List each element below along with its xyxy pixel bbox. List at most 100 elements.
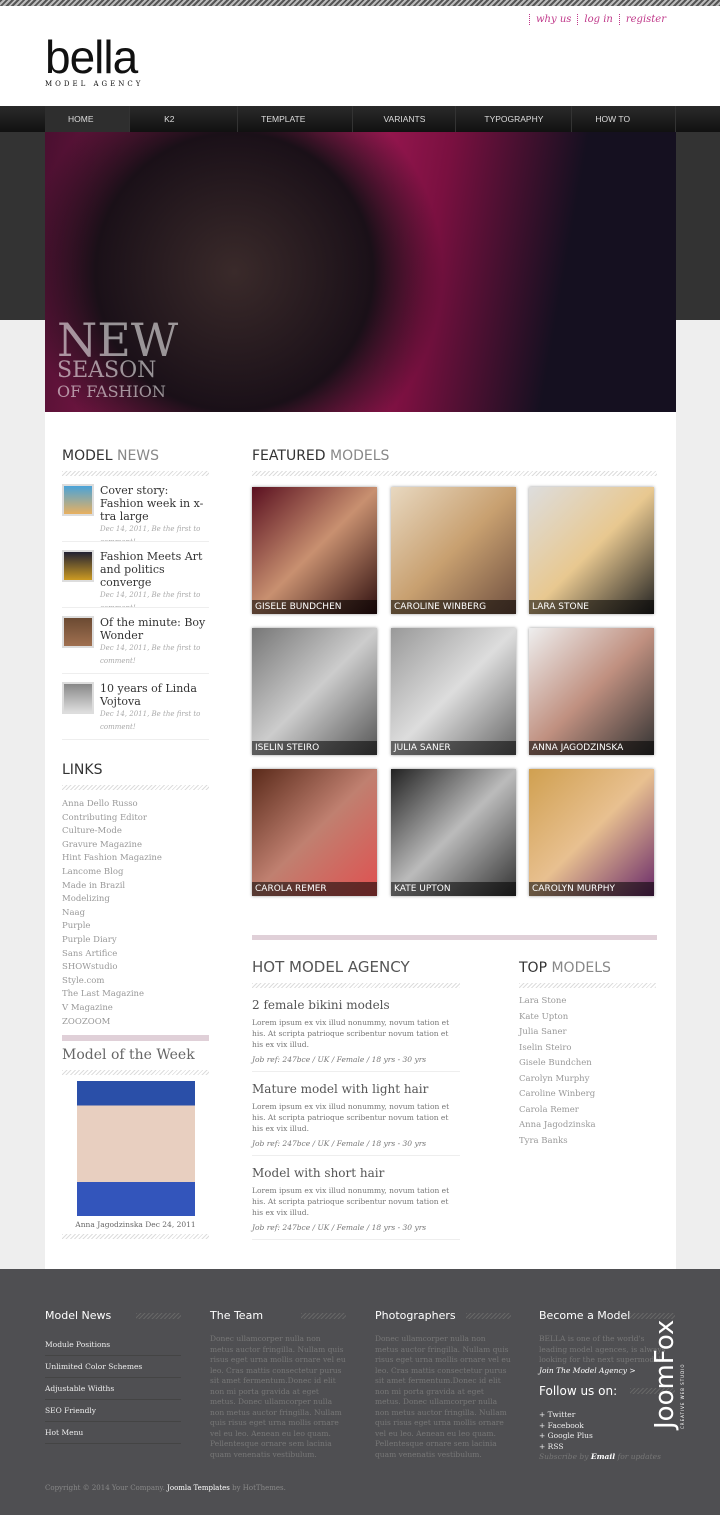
news-thumbnail[interactable]	[62, 550, 94, 582]
news-item[interactable]: Fashion Meets Art and politics converge D…	[62, 542, 209, 608]
model-name: CAROLA REMER	[252, 882, 377, 896]
news-thumbnail[interactable]	[62, 484, 94, 516]
link-item[interactable]: Purple Diary	[62, 934, 209, 948]
top-model-link[interactable]: Iselin Steiro	[519, 1041, 656, 1057]
news-thumbnail[interactable]	[62, 616, 94, 648]
nav-template-features[interactable]: TEMPLATE FEATURES	[238, 106, 354, 150]
joomfox-logo[interactable]: JoomFox CREATIVE WEB STUDIO	[650, 1289, 685, 1429]
news-item[interactable]: Cover story: Fashion week in x-tra large…	[62, 476, 209, 542]
content: MODEL NEWS Cover story: Fashion week in …	[45, 412, 676, 1269]
link-item[interactable]: Modelizing	[62, 893, 209, 907]
social-link[interactable]: + RSS	[539, 1442, 675, 1453]
link-item[interactable]: Culture-Mode	[62, 825, 209, 839]
link-item[interactable]: The Last Magazine	[62, 988, 209, 1002]
model-card[interactable]: CAROLINE WINBERG	[391, 487, 516, 614]
link-item[interactable]: Style.com	[62, 975, 209, 989]
logo[interactable]: bella MODEL AGENCY	[45, 34, 144, 88]
news-text: 10 years of Linda Vojtova Dec 14, 2011, B…	[100, 682, 209, 735]
model-name: CAROLYN MURPHY	[529, 882, 654, 896]
job-ref: Job ref: 247bce / UK / Female / 18 yrs -…	[252, 1055, 460, 1072]
job-text: Lorem ipsum ex vix illud nonummy, novum …	[252, 1102, 450, 1133]
model-card[interactable]: CAROLYN MURPHY	[529, 769, 654, 896]
model-card[interactable]: GISELE BUNDCHEN	[252, 487, 377, 614]
model-card[interactable]: JULIA SANER	[391, 628, 516, 755]
nav-home[interactable]: HOME PAGE	[45, 106, 131, 150]
link-item[interactable]: Gravure Magazine	[62, 839, 209, 853]
model-of-week-photo[interactable]	[76, 1081, 195, 1216]
model-card[interactable]: LARA STONE	[529, 487, 654, 614]
footer-team-title: The Team	[210, 1309, 346, 1322]
top-models: TOP MODELS Lara Stone Kate Upton Julia San…	[519, 960, 656, 1149]
news-title[interactable]: Fashion Meets Art and politics converge	[100, 550, 209, 589]
link-item[interactable]: Lancome Blog	[62, 866, 209, 880]
hero-banner[interactable]: NEW SEASON OF FASHION	[45, 132, 676, 412]
header: why us log in register bella MODEL AGENC…	[0, 6, 720, 106]
footer-news-link[interactable]: SEO Friendly	[45, 1400, 181, 1422]
links-title: LINKS	[62, 762, 209, 790]
model-name: ANNA JAGODZINSKA	[529, 741, 654, 755]
news-thumbnail[interactable]	[62, 682, 94, 714]
top-model-link[interactable]: Carolyn Murphy	[519, 1072, 656, 1088]
news-meta: Dec 14, 2011, Be the first to comment!	[100, 591, 201, 608]
hot-agency-title: HOT MODEL AGENCY	[252, 958, 460, 988]
job-ref: Job ref: 247bce / UK / Female / 18 yrs -…	[252, 1223, 460, 1240]
top-model-link[interactable]: Tyra Banks	[519, 1134, 656, 1150]
model-card[interactable]: ISELIN STEIRO	[252, 628, 377, 755]
nav-variants[interactable]: VARIANTS	[353, 106, 457, 132]
link-item[interactable]: Purple	[62, 920, 209, 934]
model-name: CAROLINE WINBERG	[391, 600, 516, 614]
divider	[252, 935, 657, 940]
job-title[interactable]: Model with short hair	[252, 1166, 460, 1180]
email-link[interactable]: Email	[591, 1452, 615, 1461]
footer-news-link[interactable]: Adjustable Widths	[45, 1378, 181, 1400]
news-meta: Dec 14, 2011, Be the first to comment!	[100, 644, 201, 665]
link-item[interactable]: Hint Fashion Magazine	[62, 852, 209, 866]
team-text: Donec ullamcorper nulla non metus auctor…	[210, 1334, 346, 1459]
joomla-templates-link[interactable]: Joomla Templates	[167, 1484, 230, 1492]
top-model-link[interactable]: Carola Remer	[519, 1103, 656, 1119]
job-title[interactable]: Mature model with light hair	[252, 1082, 460, 1096]
social-link[interactable]: + Google Plus	[539, 1431, 675, 1442]
model-name: KATE UPTON	[391, 882, 516, 896]
logo-tagline: MODEL AGENCY	[45, 80, 144, 88]
top-model-link[interactable]: Julia Saner	[519, 1025, 656, 1041]
top-model-link[interactable]: Caroline Winberg	[519, 1087, 656, 1103]
model-name: JULIA SANER	[391, 741, 516, 755]
model-card[interactable]: KATE UPTON	[391, 769, 516, 896]
why-us-link[interactable]: why us	[529, 14, 577, 25]
link-item[interactable]: SHOWstudio	[62, 961, 209, 975]
job-title[interactable]: 2 female bikini models	[252, 998, 460, 1012]
news-title[interactable]: 10 years of Linda Vojtova	[100, 682, 209, 708]
nav-typography[interactable]: TYPOGRAPHY	[456, 106, 573, 132]
model-name: ISELIN STEIRO	[252, 741, 377, 755]
link-item[interactable]: Anna Dello Russo	[62, 798, 209, 812]
job-text: Lorem ipsum ex vix illud nonummy, novum …	[252, 1186, 450, 1217]
link-item[interactable]: Naag	[62, 907, 209, 921]
footer-news-link[interactable]: Unlimited Color Schemes	[45, 1356, 181, 1378]
link-item[interactable]: V Magazine	[62, 1002, 209, 1016]
model-news-title: MODEL NEWS	[62, 448, 209, 476]
news-item[interactable]: 10 years of Linda Vojtova Dec 14, 2011, B…	[62, 674, 209, 740]
top-model-link[interactable]: Gisele Bundchen	[519, 1056, 656, 1072]
model-card[interactable]: ANNA JAGODZINSKA	[529, 628, 654, 755]
nav-k2-layouts[interactable]: K2 LAYOUTS	[130, 106, 239, 150]
model-name: LARA STONE	[529, 600, 654, 614]
top-model-link[interactable]: Anna Jagodzinska	[519, 1118, 656, 1134]
footer-photographers-title: Photographers	[375, 1309, 511, 1322]
link-item[interactable]: Contributing Editor	[62, 812, 209, 826]
top-model-link[interactable]: Lara Stone	[519, 994, 656, 1010]
link-item[interactable]: ZOOZOOM	[62, 1016, 209, 1030]
news-title[interactable]: Cover story: Fashion week in x-tra large	[100, 484, 209, 523]
footer-news-link[interactable]: Module Positions	[45, 1334, 181, 1356]
link-item[interactable]: Made in Brazil	[62, 880, 209, 894]
log-in-link[interactable]: log in	[577, 14, 618, 25]
footer-news-link[interactable]: Hot Menu	[45, 1422, 181, 1444]
model-card[interactable]: CAROLA REMER	[252, 769, 377, 896]
link-item[interactable]: Sans Artifice	[62, 948, 209, 962]
news-title[interactable]: Of the minute: Boy Wonder	[100, 616, 209, 642]
register-link[interactable]: register	[618, 14, 672, 25]
news-item[interactable]: Of the minute: Boy Wonder Dec 14, 2011, B…	[62, 608, 209, 674]
job-item: Model with short hair Lorem ipsum ex vix …	[252, 1166, 460, 1240]
top-model-link[interactable]: Kate Upton	[519, 1010, 656, 1026]
nav-how-to-install[interactable]: HOW TO INSTALL?	[572, 106, 676, 150]
